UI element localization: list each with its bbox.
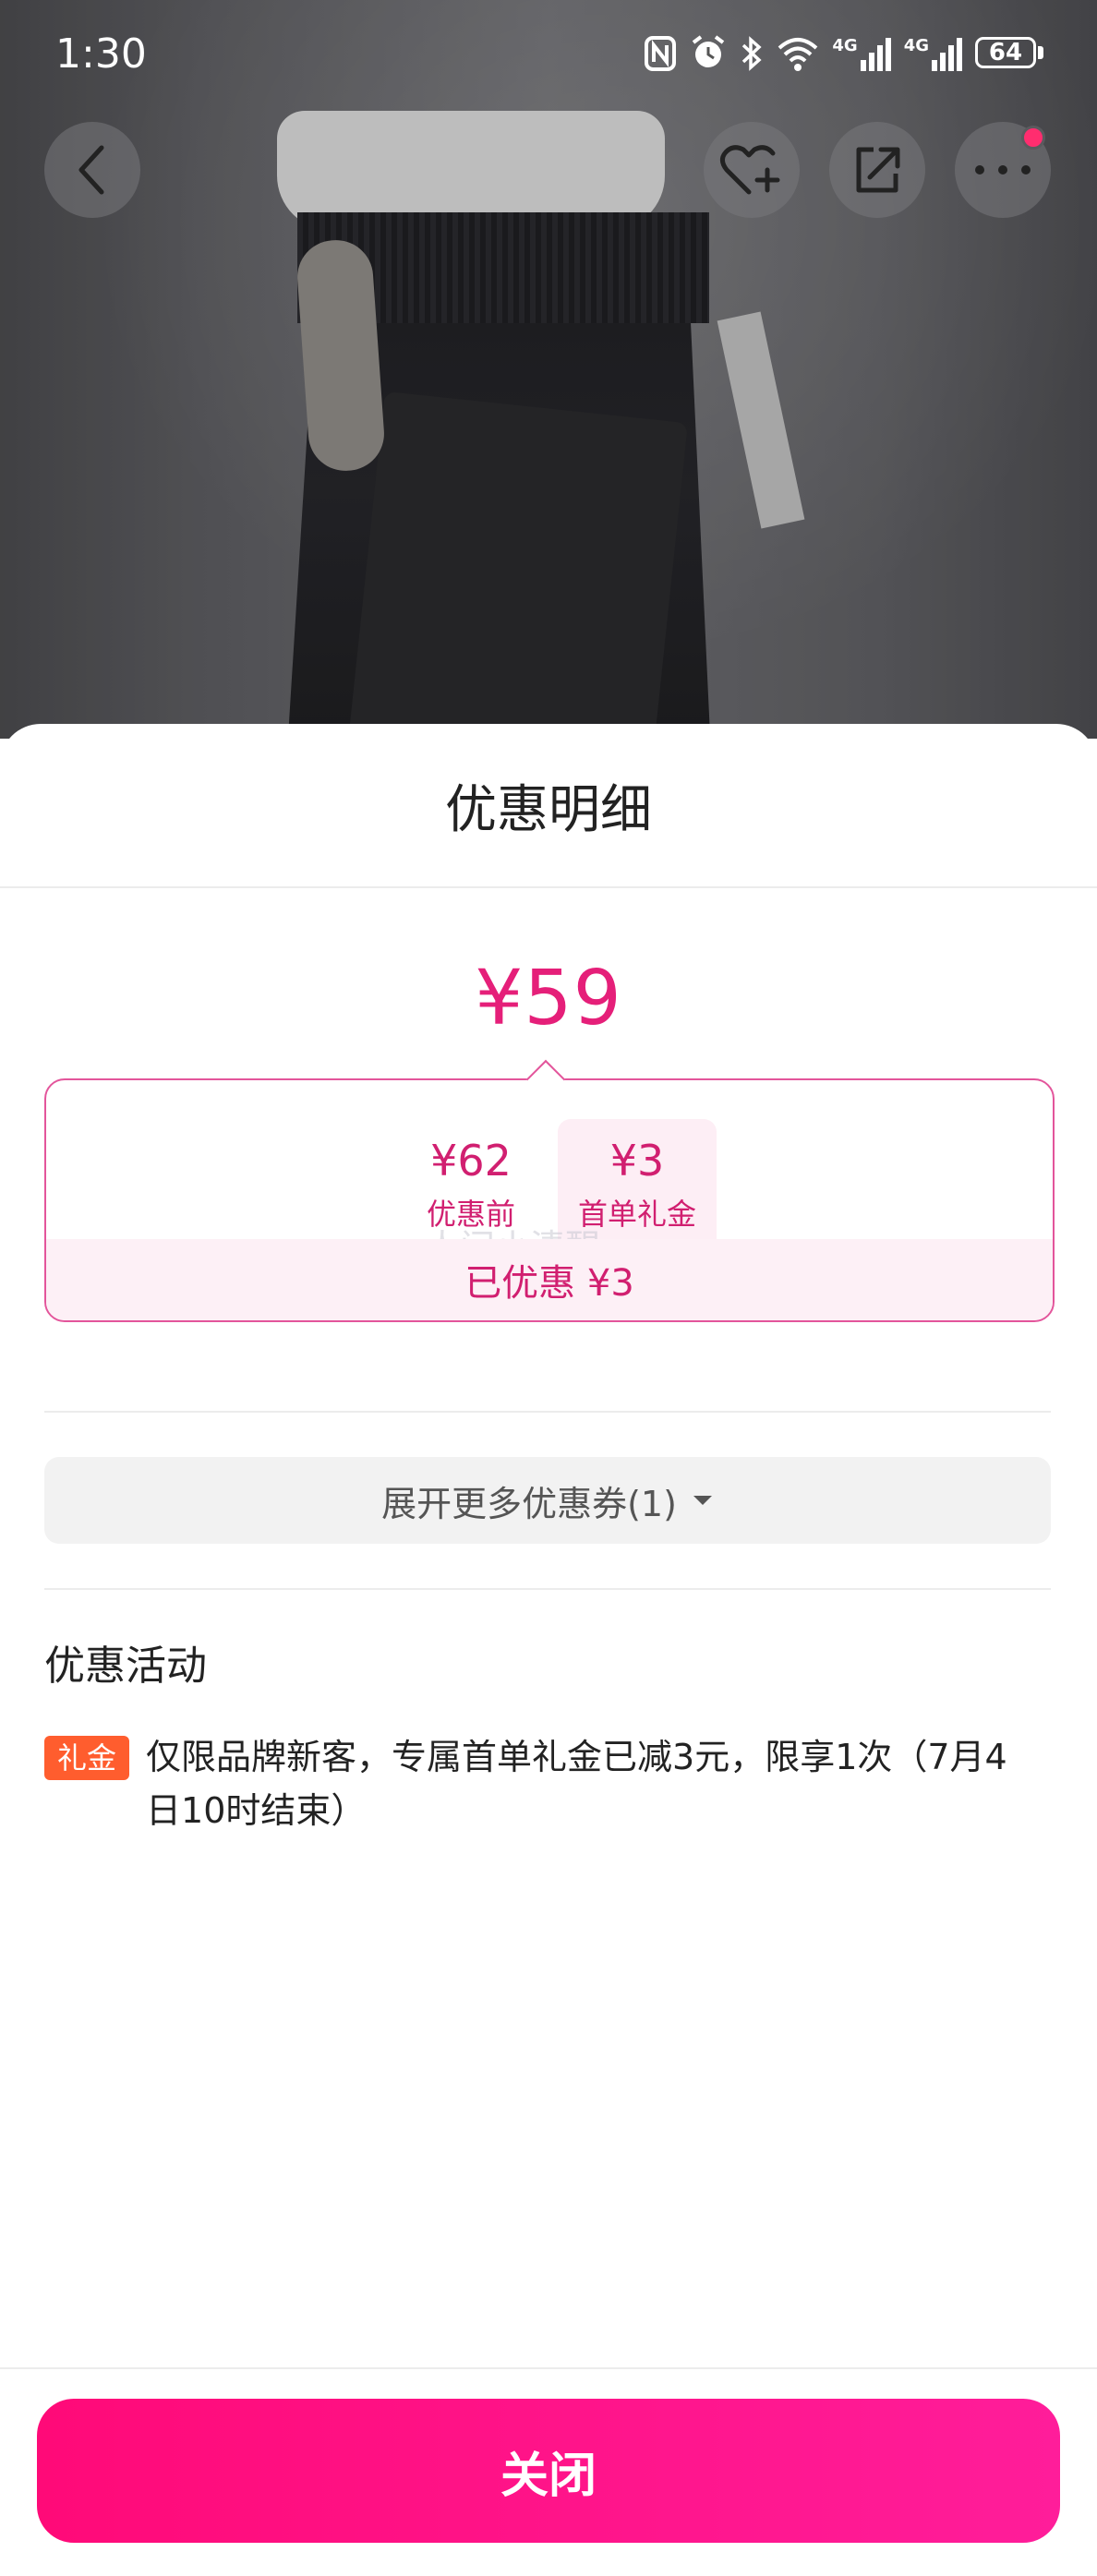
network-type-2: 4G: [903, 36, 929, 55]
network-type-1: 4G: [832, 36, 858, 55]
caret-down-icon: [693, 1496, 712, 1505]
share-button[interactable]: [829, 122, 925, 218]
activity-item: 礼金 仅限品牌新客，专属首单礼金已减3元，限享1次（7月4日10时结束）: [44, 1730, 1051, 1837]
battery-level: 64: [988, 39, 1023, 66]
divider: [44, 1588, 1051, 1590]
gift-badge: 礼金: [44, 1736, 130, 1780]
notification-dot: [1021, 126, 1045, 150]
favorite-add-icon: [719, 145, 780, 195]
saved-total: 已优惠 ¥3: [46, 1239, 1053, 1320]
signal-icon: [932, 38, 962, 71]
back-button[interactable]: [44, 122, 140, 218]
wifi-icon: [778, 38, 818, 71]
status-bar: 1:30 4G 4G 64: [0, 0, 1097, 107]
sheet-title: 优惠明细: [445, 779, 652, 840]
product-image: [0, 0, 1097, 739]
favorite-add-button[interactable]: [704, 122, 800, 218]
battery-icon: 64: [975, 35, 1045, 72]
discount-detail-sheet: 优惠明细 ¥59 ¥62 优惠前 - ¥3 首单礼金 人间小清醒 已优惠 ¥3 …: [0, 724, 1097, 2576]
system-icons: 4G 4G 64: [644, 35, 1045, 72]
final-price: ¥59: [475, 955, 622, 1042]
close-button[interactable]: 关闭: [37, 2399, 1060, 2543]
expand-coupons-label: 展开更多优惠券(1): [381, 1483, 677, 1524]
signal-2: 4G: [904, 36, 962, 71]
nfc-icon: [645, 36, 677, 71]
activities-title: 优惠活动: [44, 1643, 207, 1690]
signal-icon: [860, 38, 891, 71]
expand-coupons-button[interactable]: 展开更多优惠券(1): [44, 1457, 1051, 1544]
activity-text: 仅限品牌新客，专属首单礼金已减3元，限享1次（7月4日10时结束）: [146, 1737, 1007, 1831]
top-nav: [0, 122, 1097, 222]
back-icon: [78, 145, 104, 195]
original-price-amount: ¥62: [430, 1136, 512, 1186]
share-icon: [856, 147, 900, 193]
gift-amount: ¥3: [609, 1136, 665, 1186]
price-breakdown: ¥62 优惠前 - ¥3 首单礼金 人间小清醒 已优惠 ¥3: [44, 1078, 1055, 1322]
bluetooth-icon: [742, 36, 762, 71]
alarm-icon: [693, 35, 725, 67]
status-time: 1:30: [55, 30, 147, 78]
more-icon: [975, 165, 1031, 175]
signal-1: 4G: [832, 36, 891, 71]
divider: [44, 1411, 1051, 1413]
divider: [0, 2367, 1097, 2369]
divider: [0, 886, 1097, 888]
more-button[interactable]: [955, 122, 1051, 218]
